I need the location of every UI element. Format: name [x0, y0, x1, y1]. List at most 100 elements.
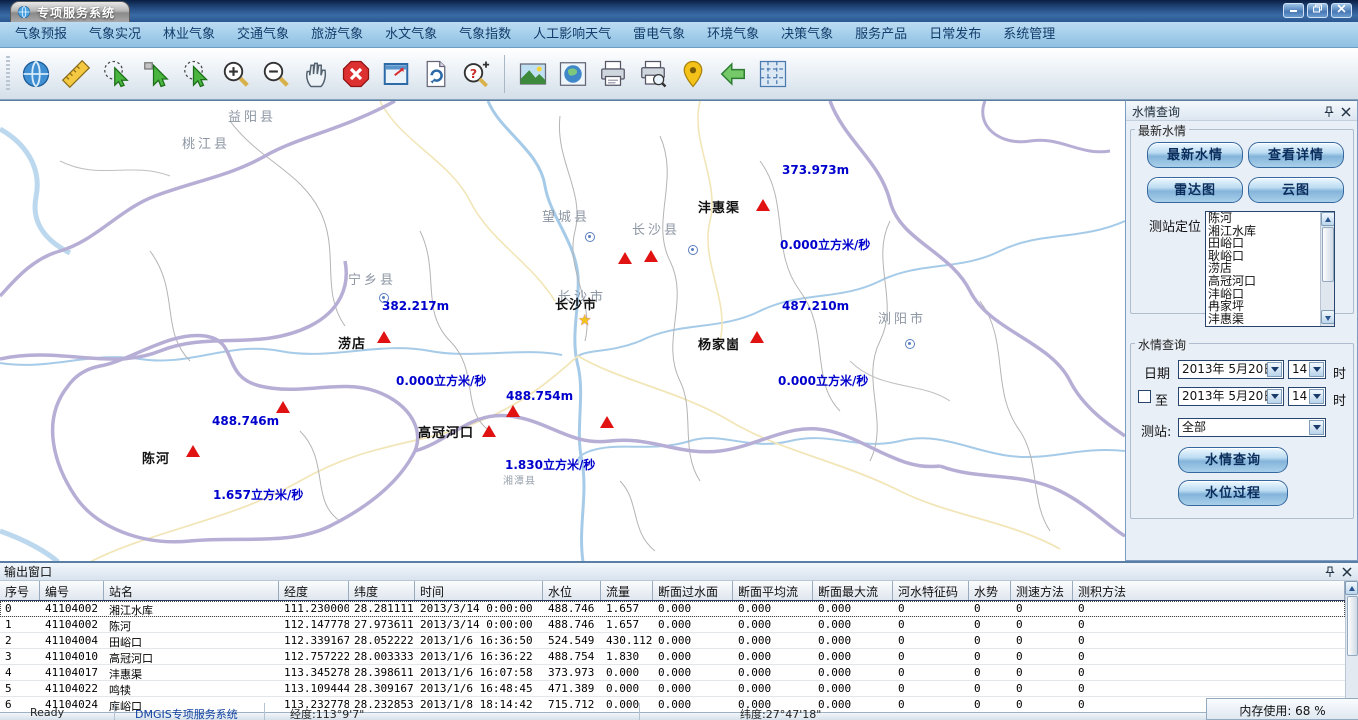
station-marker-triangle[interactable] [377, 331, 391, 343]
station-marker-triangle[interactable] [276, 401, 290, 413]
menu-item-2[interactable]: 林业气象 [152, 22, 226, 47]
radar-chart-button[interactable]: 雷达图 [1147, 177, 1243, 203]
output-scroll-up[interactable] [1345, 581, 1358, 595]
station-list-item[interactable]: 冉家坪 [1206, 300, 1319, 313]
column-header-10[interactable]: 断面最大流 [813, 581, 893, 600]
column-header-6[interactable]: 水位 [543, 581, 601, 600]
station-list-item[interactable]: 田峪口 [1206, 237, 1319, 250]
globe-button[interactable] [16, 54, 56, 94]
hour2-combo-arrow[interactable] [1309, 389, 1324, 404]
print-button[interactable] [593, 54, 633, 94]
column-header-13[interactable]: 测速方法 [1011, 581, 1073, 600]
menu-item-13[interactable]: 系统管理 [992, 22, 1066, 47]
date-combo[interactable]: 2013年 5月20日 [1178, 360, 1284, 379]
select-circle-button[interactable] [176, 54, 216, 94]
menu-item-8[interactable]: 雷电气象 [622, 22, 696, 47]
output-scroll-thumb[interactable] [1347, 596, 1358, 656]
zoom-out-button[interactable] [256, 54, 296, 94]
station-marker-triangle[interactable] [600, 416, 614, 428]
menu-item-10[interactable]: 决策气象 [770, 22, 844, 47]
image-export-button[interactable] [513, 54, 553, 94]
list-scroll-up[interactable] [1321, 212, 1335, 226]
back-arrow-button[interactable] [713, 54, 753, 94]
menu-item-1[interactable]: 气象实况 [78, 22, 152, 47]
column-header-2[interactable]: 站名 [104, 581, 279, 600]
world-image-button[interactable] [553, 54, 593, 94]
table-row[interactable]: 441104017沣惠渠113.34527828.3986112013/1/6 … [0, 665, 1345, 681]
menu-item-11[interactable]: 服务产品 [844, 22, 918, 47]
menu-item-6[interactable]: 气象指数 [448, 22, 522, 47]
cloud-image-button[interactable]: 云图 [1248, 177, 1344, 203]
menu-item-9[interactable]: 环境气象 [696, 22, 770, 47]
table-row[interactable]: 541104022鸣犊113.10944428.3091672013/1/6 1… [0, 681, 1345, 697]
to-date-checkbox[interactable] [1138, 390, 1151, 403]
toolbar-grip[interactable] [6, 56, 10, 92]
table-row[interactable]: 241104004田峪口112.33916728.0522222013/1/6 … [0, 633, 1345, 649]
hour-combo[interactable]: 14 [1288, 360, 1326, 379]
select-arrow-button[interactable] [136, 54, 176, 94]
station-select-arrow[interactable] [1309, 420, 1324, 435]
table-row[interactable]: 041104002湘江水库111.23000028.2811112013/3/1… [0, 601, 1345, 617]
column-header-1[interactable]: 编号 [40, 581, 104, 600]
column-header-3[interactable]: 经度 [279, 581, 349, 600]
station-marker-triangle[interactable] [644, 250, 658, 262]
column-header-0[interactable]: 序号 [0, 581, 40, 600]
output-pin-icon[interactable] [1323, 565, 1337, 579]
output-scrollbar[interactable] [1345, 581, 1358, 714]
view-detail-button[interactable]: 查看详情 [1248, 142, 1344, 168]
column-header-14[interactable]: 测积方法 [1073, 581, 1345, 600]
stop-button[interactable] [336, 54, 376, 94]
station-marker-triangle[interactable] [750, 331, 764, 343]
window-resize-button[interactable] [376, 54, 416, 94]
station-marker-triangle[interactable] [482, 425, 496, 437]
column-header-9[interactable]: 断面平均流 [733, 581, 813, 600]
grid-map-button[interactable] [753, 54, 793, 94]
menu-item-3[interactable]: 交通气象 [226, 22, 300, 47]
station-marker-triangle[interactable] [756, 199, 770, 211]
hour-combo-arrow[interactable] [1309, 362, 1324, 377]
zoom-in-button[interactable] [216, 54, 256, 94]
station-select-combo[interactable]: 全部 [1178, 418, 1326, 437]
table-row[interactable]: 141104002陈河112.14777827.9736112013/3/14 … [0, 617, 1345, 633]
location-pin-button[interactable] [673, 54, 713, 94]
latest-water-button[interactable]: 最新水情 [1147, 142, 1243, 168]
map-canvas[interactable]: 益阳县桃江县宁乡县望城县长沙县长沙市浏阳市湘潭县沣惠渠长沙市涝店杨家崮高冠河口陈… [0, 100, 1125, 561]
station-marker-triangle[interactable] [186, 445, 200, 457]
station-marker-triangle[interactable] [506, 405, 520, 417]
water-query-button[interactable]: 水情查询 [1178, 447, 1288, 473]
table-row[interactable]: 341104010高冠河口112.75722228.0033332013/1/6… [0, 649, 1345, 665]
panel-close-icon[interactable] [1339, 105, 1353, 119]
minimize-button[interactable] [1283, 3, 1304, 18]
menu-item-0[interactable]: 气象预报 [4, 22, 78, 47]
station-marker-triangle[interactable] [618, 252, 632, 264]
pan-hand-button[interactable] [296, 54, 336, 94]
list-scroll-down[interactable] [1321, 310, 1335, 324]
menu-item-7[interactable]: 人工影响天气 [522, 22, 622, 47]
pin-icon[interactable] [1322, 105, 1336, 119]
menu-item-4[interactable]: 旅游气象 [300, 22, 374, 47]
column-header-11[interactable]: 河水特征码 [893, 581, 969, 600]
refresh-page-button[interactable] [416, 54, 456, 94]
date2-combo[interactable]: 2013年 5月20日 [1178, 387, 1284, 406]
station-list-item[interactable]: 高冠河口 [1206, 275, 1319, 288]
column-header-12[interactable]: 水势 [969, 581, 1011, 600]
hour2-combo[interactable]: 14 [1288, 387, 1326, 406]
table-body[interactable]: 041104002湘江水库111.23000028.2811112013/3/1… [0, 601, 1345, 714]
column-header-7[interactable]: 流量 [601, 581, 653, 600]
station-list-item[interactable]: 沣惠渠 [1206, 313, 1319, 326]
measure-ruler-button[interactable] [56, 54, 96, 94]
output-close-icon[interactable] [1340, 565, 1354, 579]
water-level-process-button[interactable]: 水位过程 [1178, 480, 1288, 506]
column-header-8[interactable]: 断面过水面 [653, 581, 733, 600]
select-lasso-button[interactable] [96, 54, 136, 94]
maximize-button[interactable] [1307, 3, 1328, 18]
station-list-item[interactable]: 陈河 [1206, 212, 1319, 225]
identify-button[interactable]: ? [456, 54, 496, 94]
menu-item-12[interactable]: 日常发布 [918, 22, 992, 47]
column-header-5[interactable]: 时间 [415, 581, 543, 600]
station-listbox[interactable]: 陈河湘江水库田峪口耿峪口涝店高冠河口沣峪口冉家坪沣惠渠 [1205, 211, 1335, 327]
close-button[interactable] [1331, 3, 1352, 18]
column-header-4[interactable]: 纬度 [349, 581, 415, 600]
print-preview-button[interactable] [633, 54, 673, 94]
date-combo-arrow[interactable] [1267, 362, 1282, 377]
